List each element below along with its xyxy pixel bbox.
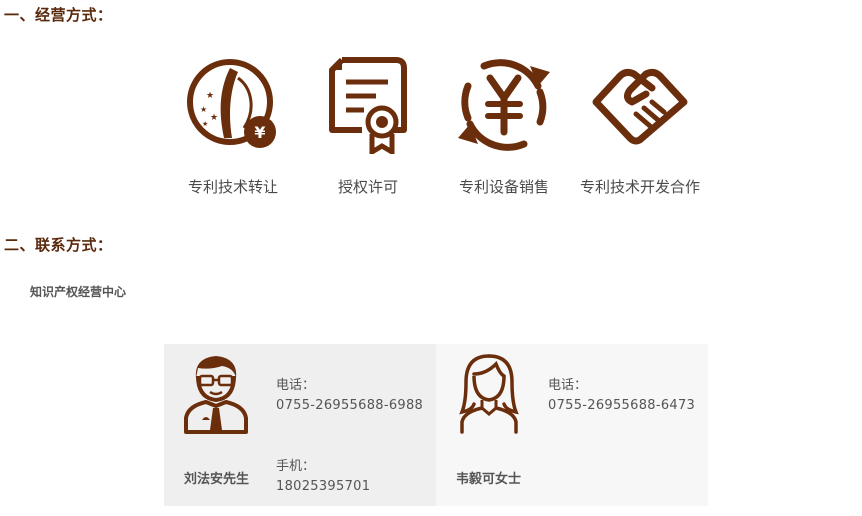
certificate-icon — [329, 57, 407, 154]
woman-avatar-icon — [459, 354, 519, 434]
phone-number[interactable]: 0755-26955688-6473 — [548, 398, 695, 413]
svg-text:★: ★ — [210, 113, 218, 123]
handshake-icon — [592, 68, 688, 145]
contact-name: 韦毅可女士 — [456, 472, 522, 487]
contact-cards: 刘法安先生 电话： 0755-26955688-6988 手机： 1802539… — [164, 344, 708, 506]
section-heading-contact: 二、联系方式： — [4, 236, 113, 254]
contact-name: 刘法安先生 — [184, 472, 250, 487]
phone-label: 电话： — [548, 378, 588, 393]
mobile-label: 手机： — [276, 459, 316, 474]
section-heading-business-mode: 一、经营方式： — [4, 6, 113, 24]
center-name: 知识产权经营中心 — [30, 285, 127, 299]
svg-text:★: ★ — [200, 105, 207, 114]
contact-card-2: 韦毅可女士 电话： 0755-26955688-6473 — [436, 344, 708, 506]
contact-card-1: 刘法安先生 电话： 0755-26955688-6988 手机： 1802539… — [164, 344, 436, 506]
svg-text:★: ★ — [202, 120, 208, 128]
mode-label: 授权许可 — [337, 178, 399, 196]
man-avatar-icon — [184, 356, 248, 434]
phone-number[interactable]: 0755-26955688-6988 — [276, 398, 423, 413]
patent-transfer-icon: ★ ★ ★ ★ ¥ — [187, 59, 276, 148]
svg-text:★: ★ — [206, 91, 214, 101]
svg-text:¥: ¥ — [254, 123, 265, 142]
mobile-number[interactable]: 18025395701 — [276, 479, 370, 494]
mode-label: 专利技术开发合作 — [579, 178, 701, 196]
yen-exchange-icon — [458, 59, 550, 151]
phone-label: 电话： — [276, 378, 316, 393]
mode-label: 专利设备销售 — [458, 178, 550, 196]
mode-label: 专利技术转让 — [187, 178, 279, 196]
